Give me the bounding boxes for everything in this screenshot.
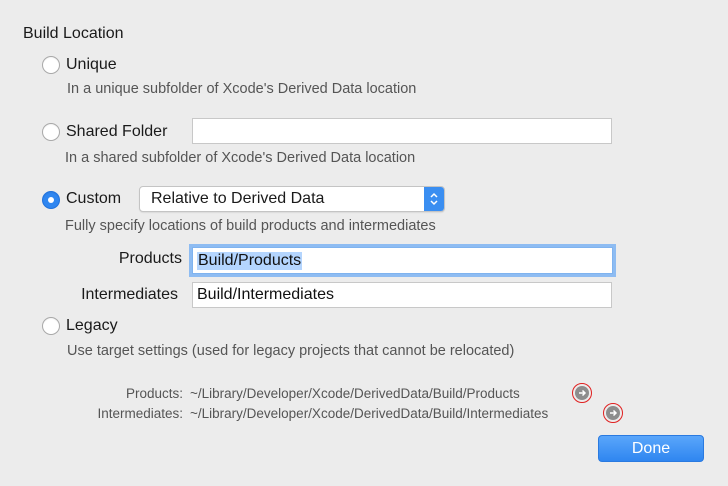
shared-folder-field[interactable] [192, 118, 612, 144]
shared-folder-description: In a shared subfolder of Xcode's Derived… [65, 150, 416, 166]
shared-folder-label[interactable]: Shared Folder [66, 123, 167, 141]
products-label: Products [118, 250, 182, 267]
intermediates-label: Intermediates [81, 286, 178, 303]
intermediates-field[interactable]: Build/Intermediates [192, 282, 612, 308]
arrow-right-circle-icon[interactable] [606, 406, 620, 420]
shared-folder-radio[interactable] [42, 123, 60, 141]
resolved-intermediates-label: Intermediates: [97, 406, 183, 421]
location-style-value: Relative to Derived Data [151, 190, 325, 207]
products-field[interactable]: Build/Products [192, 247, 613, 274]
location-style-popup[interactable]: Relative to Derived Data [139, 186, 445, 212]
unique-label[interactable]: Unique [66, 56, 117, 74]
products-value: Build/Products [197, 251, 303, 270]
custom-label[interactable]: Custom [66, 190, 121, 208]
legacy-description: Use target settings (used for legacy pro… [67, 343, 515, 359]
resolved-intermediates-path: ~/Library/Developer/Xcode/DerivedData/Bu… [190, 406, 549, 421]
section-title: Build Location [23, 25, 124, 42]
unique-radio[interactable] [42, 56, 60, 74]
custom-description: Fully specify locations of build product… [65, 218, 436, 234]
updown-chevron-icon [424, 187, 444, 211]
intermediates-value: Build/Intermediates [197, 286, 334, 303]
arrow-right-circle-icon[interactable] [575, 386, 589, 400]
custom-radio[interactable] [42, 191, 60, 209]
unique-description: In a unique subfolder of Xcode's Derived… [67, 81, 417, 97]
legacy-radio[interactable] [42, 317, 60, 335]
done-button[interactable]: Done [598, 435, 704, 462]
resolved-products-label: Products: [125, 386, 183, 401]
legacy-label[interactable]: Legacy [66, 317, 118, 335]
resolved-products-path: ~/Library/Developer/Xcode/DerivedData/Bu… [190, 386, 520, 401]
